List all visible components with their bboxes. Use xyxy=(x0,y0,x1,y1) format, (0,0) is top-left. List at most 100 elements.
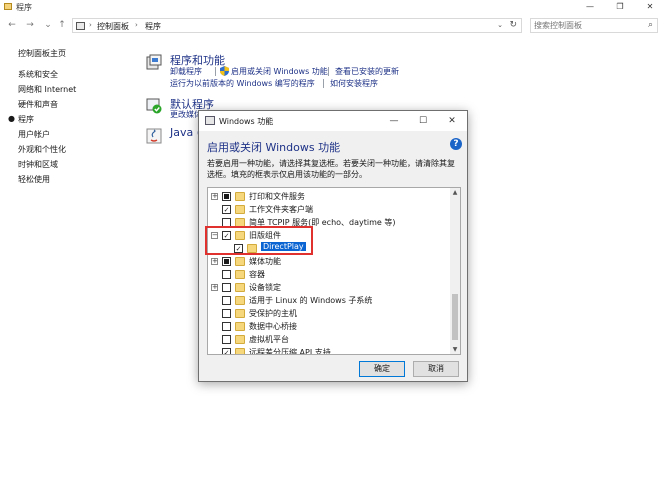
link-divider xyxy=(328,67,329,76)
how-to-install-link[interactable]: 如何安装程序 xyxy=(330,78,378,89)
folder-icon xyxy=(235,205,245,214)
dialog-close-button[interactable]: ✕ xyxy=(441,113,463,129)
feature-label: 数据中心桥接 xyxy=(249,322,297,331)
dialog-description: 若要启用一种功能，请选择其复选框。若要关闭一种功能，请清除其复选框。填充的框表示… xyxy=(207,159,455,179)
maximize-button[interactable]: ❐ xyxy=(606,0,634,14)
scroll-thumb[interactable] xyxy=(452,294,458,340)
feature-row[interactable]: + 媒体功能 xyxy=(208,255,452,268)
nav-clock-region[interactable]: 时钟和区域 xyxy=(18,159,58,170)
dialog-maximize-button[interactable]: ☐ xyxy=(412,113,434,129)
search-input[interactable] xyxy=(534,20,642,31)
expand-icon[interactable]: + xyxy=(211,284,218,291)
ok-button[interactable]: 确定 xyxy=(359,361,405,377)
nav-programs[interactable]: 程序 xyxy=(18,114,34,125)
uac-shield-icon xyxy=(220,66,229,76)
breadcrumb-separator-icon: › xyxy=(89,21,92,29)
annotation-highlight-box xyxy=(205,226,313,255)
folder-icon xyxy=(235,348,245,354)
feature-tree: + 打印和文件服务 ✓ 工作文件夹客户端 简单 TCPIP 服务(即 echo、… xyxy=(207,187,461,355)
nav-appearance[interactable]: 外观和个性化 xyxy=(18,144,66,155)
link-divider xyxy=(215,67,216,76)
active-indicator-icon: ● xyxy=(8,114,15,123)
feature-checkbox[interactable] xyxy=(222,257,231,266)
feature-row[interactable]: ✓ 工作文件夹客户端 xyxy=(208,203,452,216)
feature-checkbox[interactable] xyxy=(222,283,231,292)
window-title: 程序 xyxy=(16,3,32,12)
nav-system-security[interactable]: 系统和安全 xyxy=(18,69,58,80)
nav-hardware-sound[interactable]: 硬件和声音 xyxy=(18,99,58,110)
feature-label: 虚拟机平台 xyxy=(249,335,289,344)
cancel-button[interactable]: 取消 xyxy=(413,361,459,377)
folder-icon xyxy=(235,309,245,318)
nav-network-internet[interactable]: 网络和 Internet xyxy=(18,84,76,95)
feature-checkbox[interactable]: ✓ xyxy=(222,205,231,214)
feature-label: 远程差分压缩 API 支持 xyxy=(249,348,331,355)
folder-icon xyxy=(235,322,245,331)
help-icon[interactable]: ? xyxy=(450,138,462,150)
window-titlebar: 程序 — ❐ ✕ xyxy=(0,0,667,14)
view-installed-updates-link[interactable]: 查看已安装的更新 xyxy=(335,66,399,77)
chevron-down-icon[interactable]: ⌄ xyxy=(42,19,54,31)
feature-row[interactable]: 受保护的主机 xyxy=(208,307,452,320)
folder-icon xyxy=(235,335,245,344)
feature-label: 打印和文件服务 xyxy=(249,192,305,201)
feature-row[interactable]: 容器 xyxy=(208,268,452,281)
nav-user-accounts[interactable]: 用户帐户 xyxy=(18,129,50,140)
search-box[interactable]: ⌕ xyxy=(530,18,658,33)
scroll-up-icon[interactable]: ▲ xyxy=(450,188,460,197)
dialog-titlebar[interactable]: Windows 功能 — ☐ ✕ xyxy=(199,111,467,131)
feature-checkbox[interactable] xyxy=(222,322,231,331)
forward-arrow-icon[interactable]: → xyxy=(24,19,36,31)
address-dropdown-icon[interactable]: ⌄ xyxy=(497,21,503,29)
up-arrow-icon[interactable]: ↑ xyxy=(56,19,68,31)
scroll-down-icon[interactable]: ▼ xyxy=(450,345,460,354)
folder-icon xyxy=(235,192,245,201)
run-older-programs-link[interactable]: 运行为以前版本的 Windows 编写的程序 xyxy=(170,78,315,89)
feature-checkbox[interactable] xyxy=(222,335,231,344)
folder-icon xyxy=(235,257,245,266)
feature-label: 设备锁定 xyxy=(249,283,281,292)
expand-icon[interactable]: + xyxy=(211,258,218,265)
folder-icon xyxy=(235,296,245,305)
feature-checkbox[interactable] xyxy=(222,309,231,318)
uninstall-program-link[interactable]: 卸载程序 xyxy=(170,66,202,77)
search-icon[interactable]: ⌕ xyxy=(648,20,653,30)
folder-icon xyxy=(235,283,245,292)
programs-features-icon xyxy=(146,54,162,70)
address-bar[interactable]: › 控制面板 › 程序 ⌄ ↻ xyxy=(72,18,522,33)
feature-label: 容器 xyxy=(249,270,265,279)
feature-label: 工作文件夹客户端 xyxy=(249,205,313,214)
feature-row[interactable]: 适用于 Linux 的 Windows 子系统 xyxy=(208,294,452,307)
turn-windows-features-link[interactable]: 启用或关闭 Windows 功能 xyxy=(231,66,328,77)
default-programs-icon xyxy=(146,98,162,114)
back-arrow-icon[interactable]: ← xyxy=(6,19,18,31)
refresh-icon[interactable]: ↻ xyxy=(509,20,517,30)
feature-row[interactable]: 虚拟机平台 xyxy=(208,333,452,346)
feature-label: 适用于 Linux 的 Windows 子系统 xyxy=(249,296,373,305)
control-panel-icon xyxy=(76,22,85,30)
java-title[interactable]: Java ( xyxy=(170,126,201,139)
dialog-title: Windows 功能 xyxy=(219,117,274,126)
feature-checkbox[interactable] xyxy=(222,192,231,201)
minimize-button[interactable]: — xyxy=(576,0,604,14)
close-button[interactable]: ✕ xyxy=(636,0,664,14)
folder-icon xyxy=(235,270,245,279)
breadcrumb-programs[interactable]: 程序 xyxy=(145,21,161,32)
feature-row[interactable]: + 设备锁定 xyxy=(208,281,452,294)
breadcrumb-control-panel[interactable]: 控制面板 xyxy=(97,21,129,32)
dialog-minimize-button[interactable]: — xyxy=(383,113,405,129)
feature-label: 受保护的主机 xyxy=(249,309,297,318)
feature-row[interactable]: 数据中心桥接 xyxy=(208,320,452,333)
dialog-heading: 启用或关闭 Windows 功能 xyxy=(207,141,341,154)
feature-label: 媒体功能 xyxy=(249,257,281,266)
tree-scrollbar[interactable]: ▲ ▼ xyxy=(450,188,460,354)
nav-control-panel-home[interactable]: 控制面板主页 xyxy=(18,48,66,59)
folder-icon xyxy=(4,3,12,10)
feature-checkbox[interactable] xyxy=(222,270,231,279)
feature-checkbox[interactable]: ✓ xyxy=(222,348,231,354)
feature-row[interactable]: + 打印和文件服务 xyxy=(208,190,452,203)
expand-icon[interactable]: + xyxy=(211,193,218,200)
feature-row[interactable]: ✓ 远程差分压缩 API 支持 xyxy=(208,346,452,355)
feature-checkbox[interactable] xyxy=(222,296,231,305)
nav-ease-of-access[interactable]: 轻松使用 xyxy=(18,174,50,185)
